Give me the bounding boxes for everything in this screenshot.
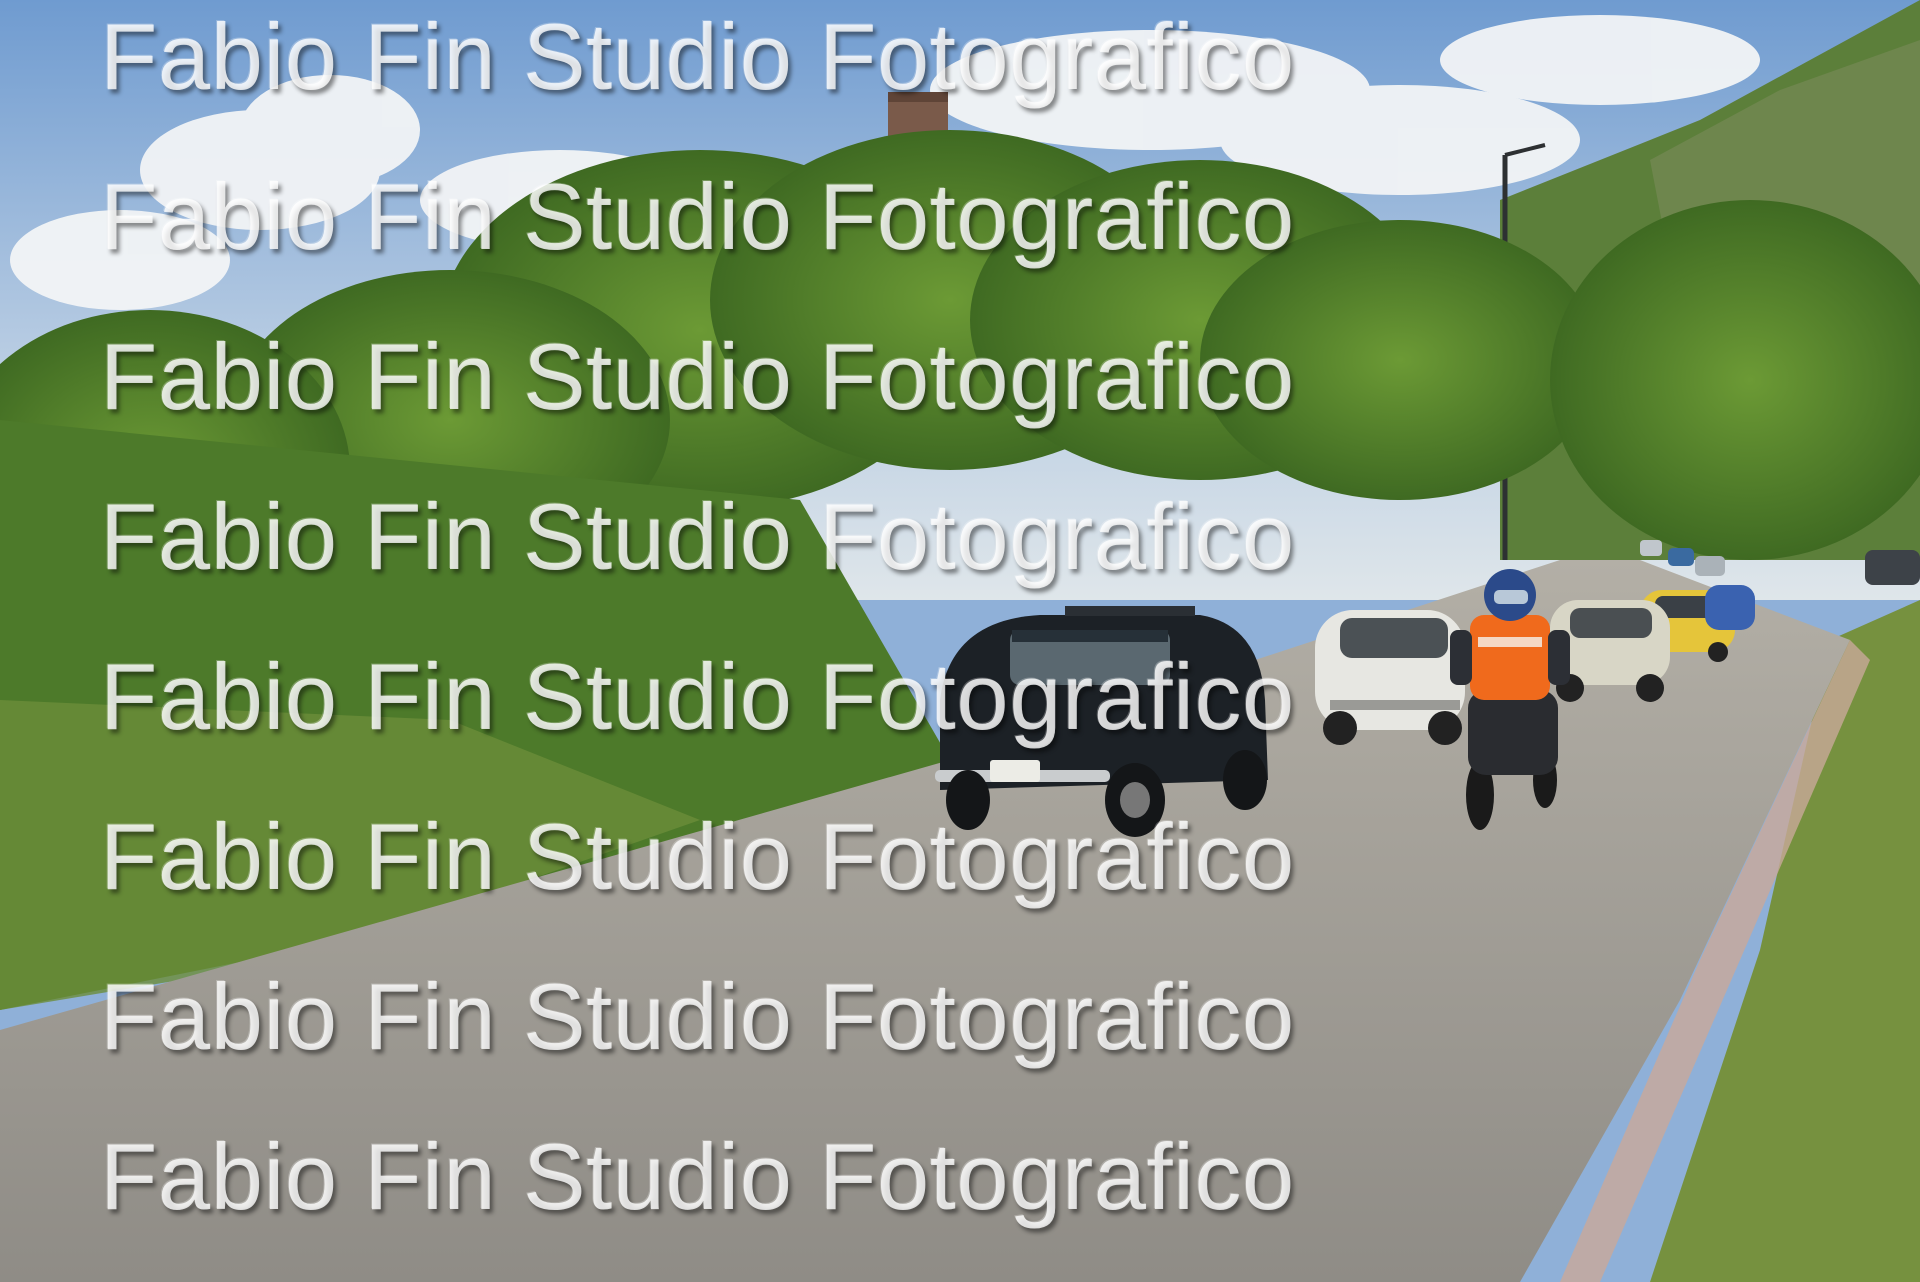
- white-car: [1315, 610, 1465, 745]
- photo-scene: [0, 0, 1920, 1282]
- blue-car: [1705, 585, 1755, 630]
